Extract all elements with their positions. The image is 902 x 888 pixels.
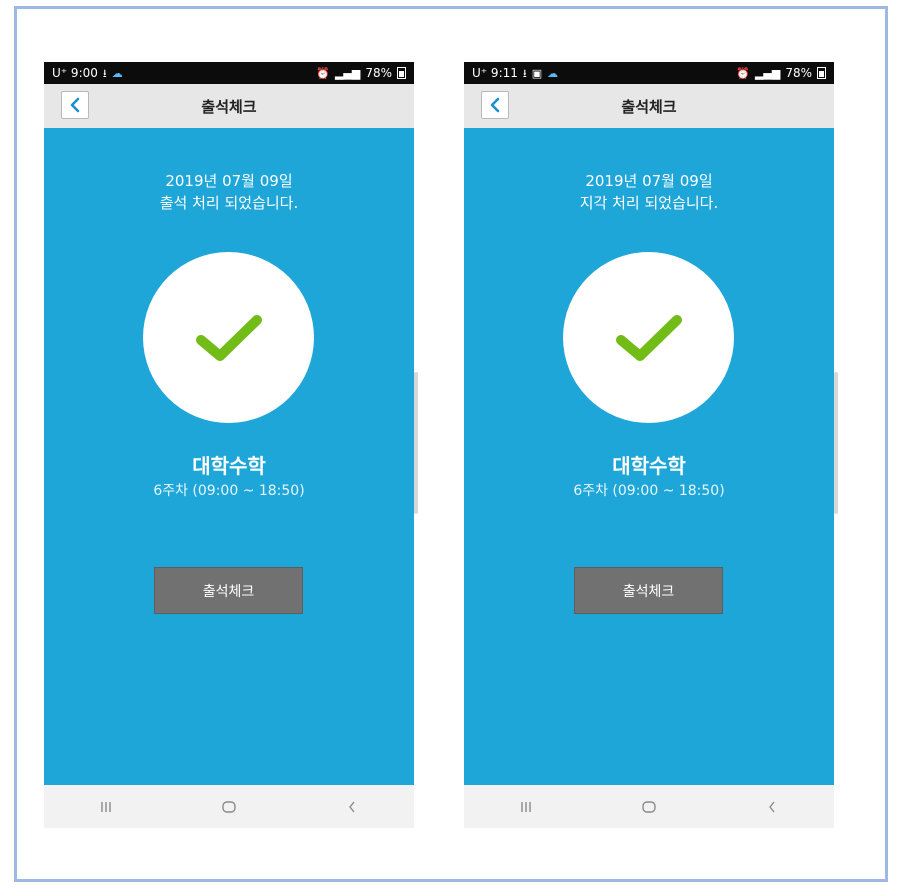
battery-icon xyxy=(397,67,406,79)
alarm-icon: ⏰ xyxy=(736,66,750,80)
app-header: 출석체크 xyxy=(464,84,834,128)
home-button[interactable] xyxy=(199,792,259,822)
home-button[interactable] xyxy=(619,792,679,822)
signal-icon: ▂▄▆ xyxy=(754,66,781,80)
recents-button[interactable] xyxy=(76,792,136,822)
app-header: 출석체크 xyxy=(44,84,414,128)
recents-icon xyxy=(520,801,531,812)
page-title: 출석체크 xyxy=(621,97,677,116)
cloud-icon: ☁ xyxy=(111,66,123,80)
status-bar: U⁺ 9:11 ⭳ ▣ ☁ ⏰ ▂▄▆ 78% xyxy=(464,62,834,84)
phone-screen-late: U⁺ 9:11 ⭳ ▣ ☁ ⏰ ▂▄▆ 78% 출석체크 2019년 07월 0… xyxy=(464,62,834,828)
attendance-date: 2019년 07월 09일 xyxy=(165,172,293,190)
nav-back-button[interactable] xyxy=(742,792,802,822)
nav-back-icon xyxy=(769,801,775,812)
image-icon: ▣ xyxy=(531,66,543,80)
course-name: 대학수학 xyxy=(192,454,266,478)
chevron-left-icon xyxy=(70,97,80,113)
nav-back-icon xyxy=(349,801,355,812)
attendance-message: 2019년 07월 09일 출석 처리 되었습니다. xyxy=(44,170,414,214)
download-icon: ⭳ xyxy=(102,66,107,80)
home-icon xyxy=(222,800,236,813)
back-button[interactable] xyxy=(61,91,89,119)
checkmark-icon xyxy=(195,314,262,361)
alarm-icon: ⏰ xyxy=(316,66,330,80)
attendance-status: 지각 처리 되었습니다. xyxy=(579,194,719,212)
cloud-icon: ☁ xyxy=(547,66,559,80)
attendance-check-button[interactable]: 출석체크 xyxy=(154,567,303,614)
scroll-indicator xyxy=(834,372,838,514)
attendance-status: 출석 처리 되었습니다. xyxy=(159,194,299,212)
checkmark-icon xyxy=(615,314,682,361)
course-name: 대학수학 xyxy=(612,454,686,478)
page-title: 출석체크 xyxy=(201,97,257,116)
status-time: U⁺ 9:11 xyxy=(472,66,518,80)
attendance-check-button[interactable]: 출석체크 xyxy=(574,567,723,614)
battery-icon xyxy=(817,67,826,79)
signal-icon: ▂▄▆ xyxy=(334,66,361,80)
chevron-left-icon xyxy=(490,97,500,113)
check-circle xyxy=(563,252,734,423)
scroll-indicator xyxy=(414,372,418,514)
system-nav-bar xyxy=(464,785,834,828)
home-icon xyxy=(642,800,656,813)
recents-icon xyxy=(100,801,111,812)
status-bar: U⁺ 9:00 ⭳ ☁ ⏰ ▂▄▆ 78% xyxy=(44,62,414,84)
nav-back-button[interactable] xyxy=(322,792,382,822)
system-nav-bar xyxy=(44,785,414,828)
attendance-message: 2019년 07월 09일 지각 처리 되었습니다. xyxy=(464,170,834,214)
status-time: U⁺ 9:00 xyxy=(52,66,98,80)
course-week: 6주차 (09:00 ~ 18:50) xyxy=(153,483,305,499)
phone-screen-present: U⁺ 9:00 ⭳ ☁ ⏰ ▂▄▆ 78% 출석체크 2019년 07월 09일… xyxy=(44,62,414,828)
battery-percent: 78% xyxy=(365,66,392,80)
back-button[interactable] xyxy=(481,91,509,119)
battery-percent: 78% xyxy=(785,66,812,80)
check-circle xyxy=(143,252,314,423)
attendance-date: 2019년 07월 09일 xyxy=(585,172,713,190)
recents-button[interactable] xyxy=(496,792,556,822)
download-icon: ⭳ xyxy=(522,66,527,80)
course-week: 6주차 (09:00 ~ 18:50) xyxy=(573,483,725,499)
